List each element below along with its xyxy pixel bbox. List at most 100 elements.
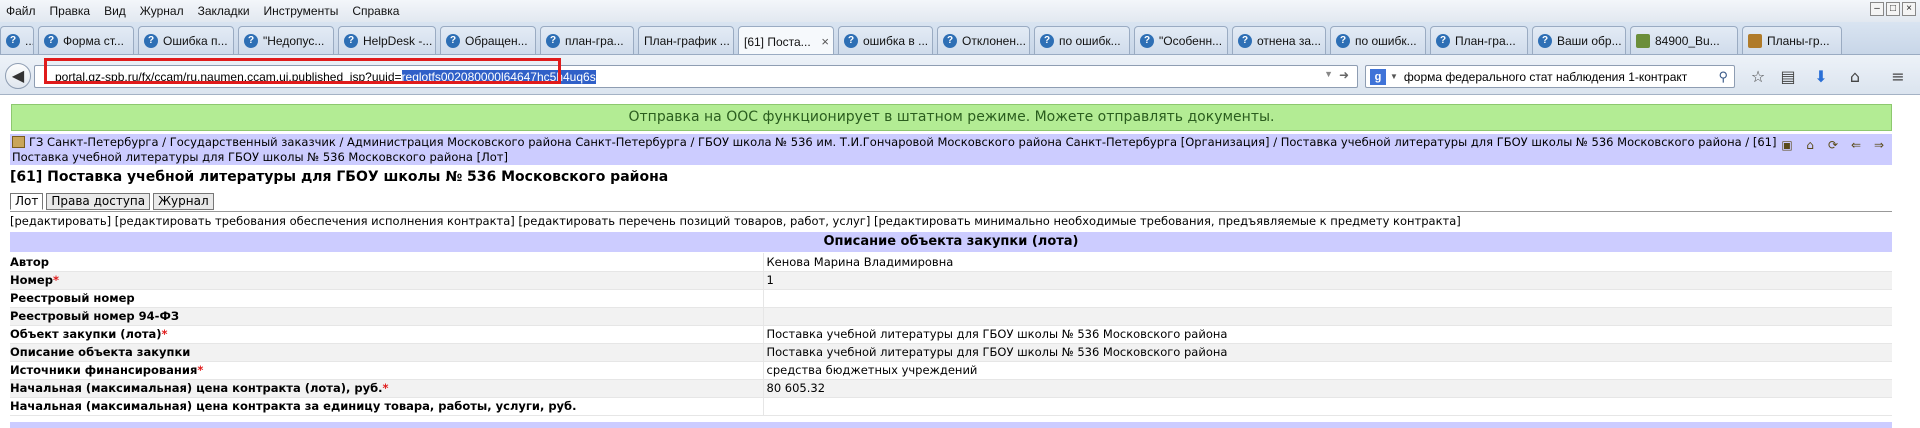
required-mark: * [382,381,389,395]
breadcrumb: ГЗ Санкт-Петербурга / Государственный за… [10,134,1892,165]
close-tab-icon[interactable]: × [815,34,829,49]
browser-tab[interactable]: ? Отклонен... [937,26,1030,54]
tab-label: Ошибка п... [163,34,228,48]
breadcrumb-tools: ▣ ⌂ ⟳ ⇐ ⇒ [1778,138,1888,153]
tab-label: Планы-гр... [1767,34,1830,48]
property-label: Номер* [10,271,764,290]
menu-bookmarks[interactable]: Закладки [191,4,257,18]
table-row: Объект закупки (лота)* Поставка учебной л… [10,325,1892,344]
engine-dropdown-icon[interactable]: ▼ [1390,72,1398,81]
property-label: Начальная (максимальная) цена контракта … [10,397,764,416]
tab-label: Обращен... [465,34,528,48]
table-row: Реестровый номер 94-ФЗ [10,307,1892,326]
table-row: Описание объекта закупки Поставка учебной… [10,343,1892,362]
menu-bar: Файл Правка Вид Журнал Закладки Инструме… [0,0,1920,22]
bookmark-star-icon[interactable]: ☆ [1748,68,1768,86]
menu-view[interactable]: Вид [97,4,133,18]
browser-tab[interactable]: Планы-гр... [1742,26,1842,54]
globe-icon: ? [546,34,560,48]
crest-icon [1748,34,1762,48]
tab-label: по ошибк... [1059,34,1121,48]
home-nav-icon[interactable]: ⌂ [1801,138,1819,153]
url-dropdown-icon[interactable]: ▼ [1324,69,1333,79]
property-label: Описание объекта закупки [10,343,764,362]
browser-tab[interactable]: ? "Недопус... [238,26,334,54]
globe-icon: ? [244,34,258,48]
menu-file[interactable]: Файл [0,4,43,18]
browser-tab[interactable]: ? Ошибка п... [138,26,234,54]
tab-lot[interactable]: Лот [10,193,44,210]
browser-tab[interactable]: ? План-гра... [1430,26,1528,54]
globe-icon: ? [446,34,460,48]
globe-icon: ? [844,34,858,48]
browser-tab[interactable]: ? HelpDesk -... [338,26,436,54]
section-title: Описание объекта закупки (лота) [10,232,1892,252]
table-row: Номер* 1 [10,271,1892,290]
downloads-icon[interactable]: ⬇ [1811,68,1831,86]
close-window-icon[interactable]: × [1902,2,1916,16]
tab-label: "Недопус... [263,34,325,48]
menu-edit[interactable]: Правка [43,4,98,18]
browser-tab[interactable]: ? Обращен... [440,26,536,54]
home-icon[interactable]: ⌂ [1845,68,1865,86]
property-label-text: Начальная (максимальная) цена контракта … [10,381,383,395]
search-input[interactable]: форма федерального стат наблюдения 1-кон… [1404,70,1687,84]
search-icon[interactable]: ⚲ [1718,69,1728,85]
bookmarks-list-icon[interactable]: ▤ [1778,68,1798,86]
tab-label: Отклонен... [962,34,1026,48]
tab-label: 84900_Bu... [1655,34,1720,48]
browser-tab[interactable]: ?... [0,26,34,54]
browser-tab[interactable]: [61] Поста... × [738,26,834,54]
browser-tab[interactable]: ? по ошибк... [1034,26,1130,54]
browser-tab[interactable]: План-график ... [638,26,734,54]
browser-tab[interactable]: ? "Особенн... [1134,26,1228,54]
search-engine-icon[interactable]: g [1370,68,1386,85]
property-value: 80 605.32 [763,379,1892,398]
tab-label: ошибка в ... [863,34,929,48]
browser-tab[interactable]: ? отнена за... [1232,26,1326,54]
tab-label: План-график ... [644,34,730,48]
search-bar[interactable]: g ▼ форма федерального стат наблюдения 1… [1365,65,1735,88]
globe-icon: ? [1336,34,1350,48]
tab-label: отнена за... [1257,34,1322,48]
tab-label: HelpDesk -... [363,34,433,48]
menu-tools[interactable]: Инструменты [257,4,346,18]
tab-journal[interactable]: Журнал [153,193,214,210]
property-label-text: Реестровый номер 94-ФЗ [10,309,180,323]
required-mark: * [161,327,168,341]
browser-tab[interactable]: ? по ошибк... [1330,26,1426,54]
property-label: Реестровый номер 94-ФЗ [10,307,764,326]
menu-hamburger-icon[interactable]: ≡ [1888,68,1908,86]
menu-history[interactable]: Журнал [133,4,191,18]
browser-tab[interactable]: ? Ваши обр... [1532,26,1626,54]
arrow-left-icon[interactable]: ⇐ [1847,138,1865,153]
back-arrow-icon[interactable]: ◀ [5,63,31,89]
folder-icon[interactable]: ▣ [1778,138,1796,153]
globe-icon: ? [1436,34,1450,48]
action-links[interactable]: [редактировать] [редактировать требовани… [10,211,1892,231]
section-footer [10,422,1892,428]
table-row: Автор Кенова Марина Владимировна [10,253,1892,272]
globe-icon: ? [1538,34,1552,48]
refresh-icon[interactable]: ⟳ [1824,138,1842,153]
browser-tab[interactable]: ? ошибка в ... [838,26,933,54]
tab-label: по ошибк... [1355,34,1417,48]
property-label: Автор [10,253,764,272]
menu-help[interactable]: Справка [345,4,406,18]
browser-tab[interactable]: ? план-гра... [540,26,634,54]
tab-label: план-гра... [565,34,624,48]
minimize-icon[interactable]: – [1870,2,1884,16]
breadcrumb-text[interactable]: ГЗ Санкт-Петербурга / Государственный за… [12,135,1776,164]
property-label: Реестровый номер [10,289,764,308]
property-label-text: Автор [10,254,49,269]
property-label: Источники финансирования* [10,361,764,380]
maximize-icon[interactable]: □ [1886,2,1900,16]
tab-access-rights[interactable]: Права доступа [46,193,151,210]
go-arrow-icon[interactable]: ➜ [1339,68,1349,82]
arrow-right-icon[interactable]: ⇒ [1870,138,1888,153]
browser-tab[interactable]: ? Форма ст... [38,26,134,54]
property-label: Объект закупки (лота)* [10,325,764,344]
browser-tab[interactable]: 84900_Bu... [1630,26,1738,54]
globe-icon: ? [1040,34,1054,48]
required-mark: * [52,273,59,287]
